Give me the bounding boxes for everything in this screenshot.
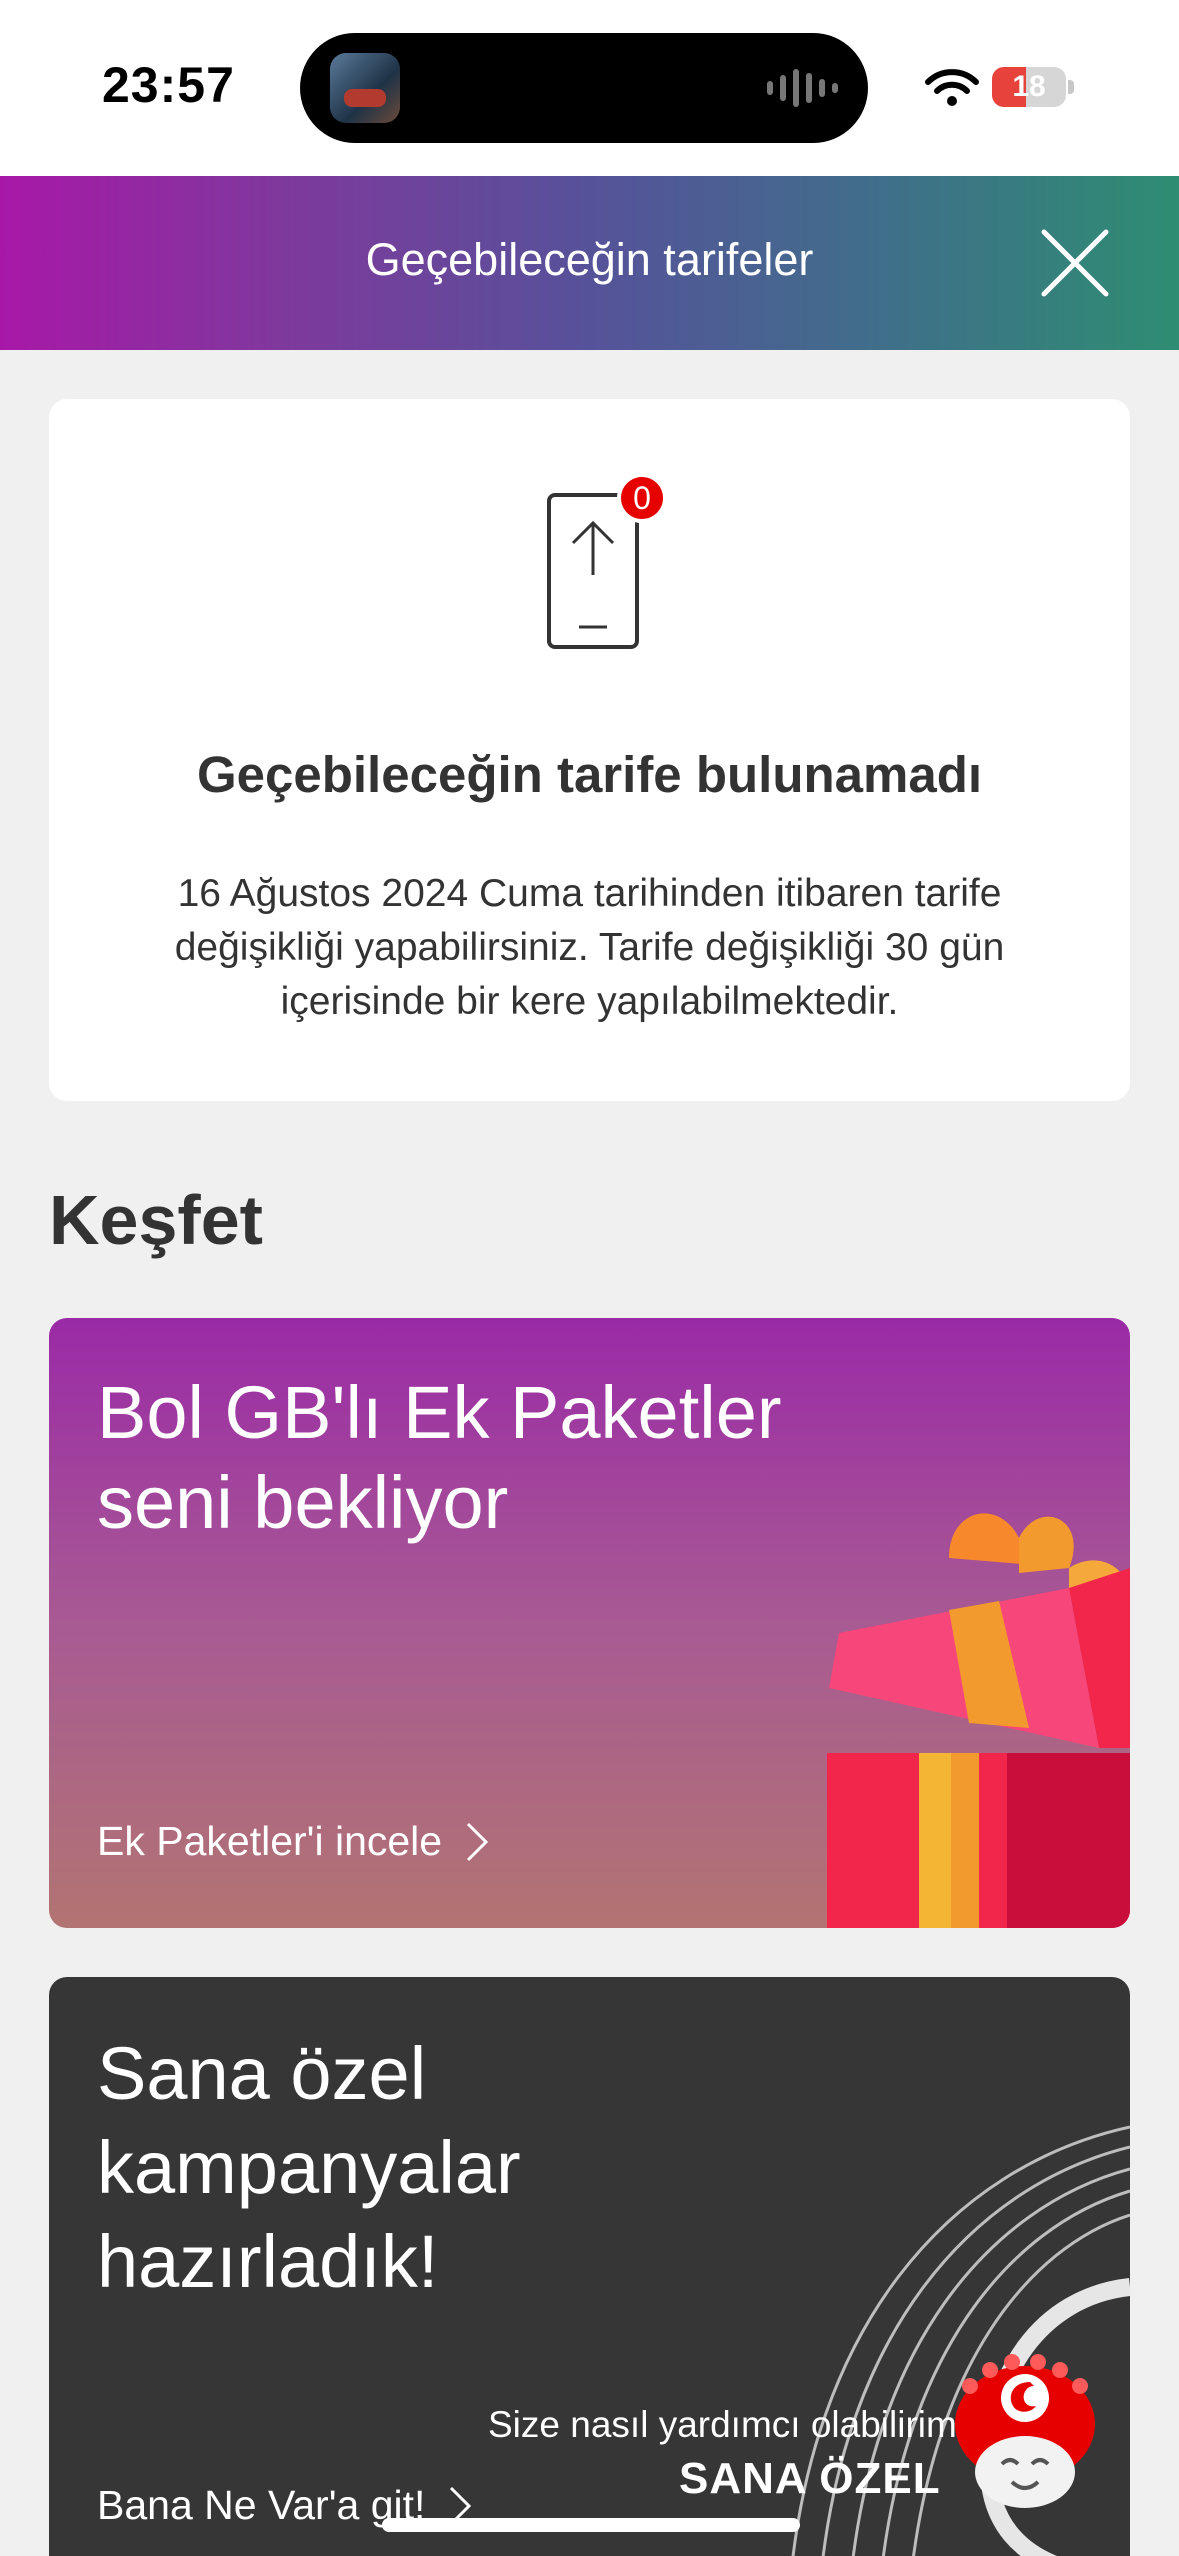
battery-tip	[1068, 80, 1074, 94]
discover-heading: Keşfet	[49, 1181, 263, 1259]
empty-state-description: 16 Ağustos 2024 Cuma tarihinden itibaren…	[174, 872, 1005, 1023]
dynamic-island[interactable]	[300, 33, 868, 143]
assistant-bot-icon[interactable]	[950, 2346, 1100, 2516]
chat-prompt[interactable]: Size nasıl yardımcı olabilirim?	[488, 2404, 977, 2446]
battery-level: 18	[1012, 70, 1046, 103]
audio-wave-icon	[767, 69, 838, 107]
home-indicator[interactable]	[382, 2518, 800, 2532]
promo-title: Sana özel kampanyalar hazırladık!	[97, 2032, 521, 2303]
empty-state-title: Geçebileceğin tarife bulunamadı	[196, 746, 983, 803]
promo-title: Bol GB'lı Ek Paketler seni bekliyor	[97, 1371, 782, 1544]
page-title: Geçebileceğin tarifeler	[365, 234, 814, 285]
no-tariff-card: 0 Geçebileceğin tarife bulunamadı 16 Ağu…	[49, 399, 1130, 1101]
link-label: Ek Paketler'i incele	[97, 1818, 443, 1864]
chevron-right-icon	[467, 1822, 489, 1861]
gift-icon	[827, 1513, 1130, 1928]
notification-badge: 0	[617, 473, 667, 523]
page-header: Geçebileceğin tarifeler	[0, 176, 1179, 350]
status-time: 23:57	[102, 57, 235, 113]
game-app-icon[interactable]	[330, 53, 400, 123]
status-bar: 23:57 18	[0, 0, 1179, 176]
battery-indicator: 18	[992, 67, 1066, 107]
close-icon[interactable]	[1030, 218, 1120, 308]
link-label: Bana Ne Var'a git!	[97, 2482, 426, 2528]
sana-ozel-logo: SANA ÖZEL	[679, 2454, 941, 2503]
addon-packages-card[interactable]: Bol GB'lı Ek Paketler seni bekliyor Ek P…	[49, 1318, 1130, 1928]
wifi-icon	[925, 69, 979, 106]
addon-packages-link[interactable]: Ek Paketler'i incele	[97, 1818, 490, 1865]
